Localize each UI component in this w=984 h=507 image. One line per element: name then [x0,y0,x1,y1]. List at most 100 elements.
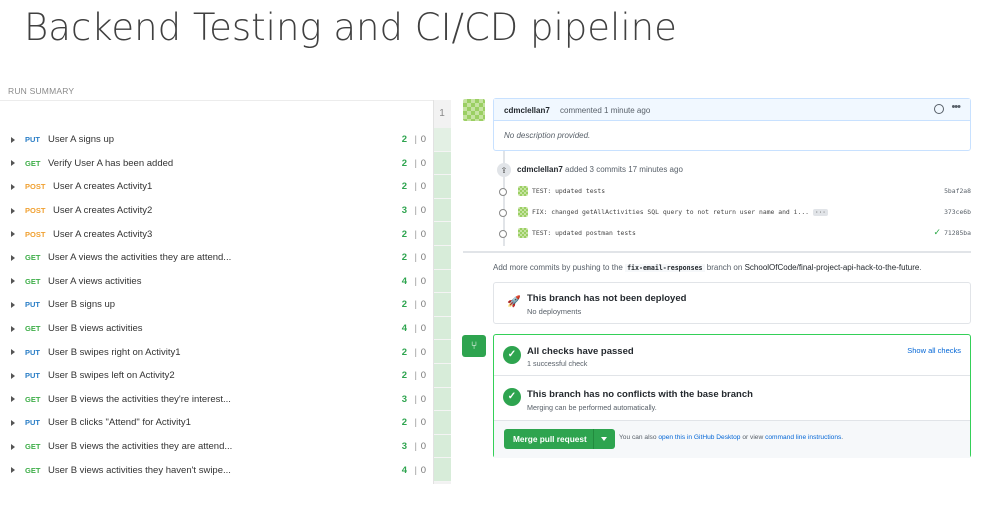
caret-right-icon[interactable] [11,419,15,426]
result-cell[interactable] [434,363,451,388]
failed-count: 0 [420,370,426,382]
result-cell[interactable] [434,458,451,482]
caret-right-icon[interactable] [11,349,15,356]
show-all-checks-link[interactable]: Show all checks [907,346,961,355]
request-method: PUT [25,371,40,381]
request-method: POST [25,206,46,216]
command-line-link[interactable]: command line instructions [765,434,841,441]
request-row[interactable]: PUT User B swipes right on Activity1 2 | 0 [0,340,433,364]
result-cell[interactable] [434,151,451,176]
caret-right-icon[interactable] [11,325,15,332]
request-row[interactable]: PUT User B swipes left on Activity2 2 | 0 [0,364,433,388]
request-row[interactable]: GET User A views the activities they are … [0,246,433,270]
caret-right-icon[interactable] [11,136,15,143]
caret-right-icon[interactable] [11,254,15,261]
result-cell[interactable] [434,434,451,459]
request-row[interactable]: GET User B views activities they haven't … [0,458,433,482]
avatar[interactable] [463,99,485,121]
branch-name[interactable]: fix-email-responses [625,264,705,272]
request-row[interactable]: PUT User B signs up 2 | 0 [0,293,433,317]
result-cell[interactable] [434,245,451,270]
checks-title: All checks have passed [527,346,634,357]
divider [0,100,433,101]
request-row[interactable]: POST User A creates Activity2 3 | 0 [0,199,433,223]
caret-right-icon[interactable] [11,183,15,190]
commit-author-avatar[interactable] [518,228,528,238]
open-in-desktop-link[interactable]: open this in GitHub Desktop [658,434,740,441]
event-author[interactable]: cdmclellan7 [517,165,563,174]
count-separator: | [414,275,417,287]
request-row[interactable]: GET User B views activities 4 | 0 [0,317,433,341]
request-method: PUT [25,347,40,357]
request-name: User A views activities [48,275,142,287]
passed-count: 3 [401,441,407,453]
request-row[interactable]: GET User B views the activities they are … [0,435,433,459]
request-name: User A creates Activity3 [53,228,153,240]
commit-row: TEST: updated tests 5baf2a8 [499,184,971,200]
iteration-number: 1 [439,108,445,119]
caret-right-icon[interactable] [11,301,15,308]
caret-right-icon[interactable] [11,443,15,450]
comment-header: cdmclellan7 commented 1 minute ago ••• [494,99,970,121]
git-commit-icon [499,230,507,238]
commit-message[interactable]: FIX: changed getAllActivities SQL query … [532,208,828,216]
more-options-icon[interactable]: ••• [951,101,961,113]
commit-author-avatar[interactable] [518,186,528,196]
caret-right-icon[interactable] [11,467,15,474]
commit-sha[interactable]: 71285ba [944,229,971,237]
results-column-cells [434,128,451,482]
commit-sha[interactable]: 5baf2a8 [944,187,971,195]
request-row[interactable]: GET User B views the activities they're i… [0,388,433,412]
result-cell[interactable] [434,340,451,364]
commit-message-text[interactable]: TEST: updated postman tests [532,229,636,237]
caret-right-icon[interactable] [11,231,15,238]
add-more-middle: branch on [706,263,743,272]
passed-count: 2 [401,299,407,311]
request-row[interactable]: POST User A creates Activity3 2 | 0 [0,222,433,246]
chevron-down-icon[interactable] [601,437,607,441]
git-merge-icon: ⑂ [462,335,486,357]
caret-right-icon[interactable] [11,372,15,379]
count-separator: | [414,181,417,193]
caret-right-icon[interactable] [11,160,15,167]
request-row[interactable]: PUT User A signs up 2 | 0 [0,128,433,152]
commit-message[interactable]: TEST: updated tests [532,187,605,195]
emoji-reaction-icon[interactable] [934,104,944,114]
expand-commit-button[interactable]: ··· [813,209,828,216]
result-cell[interactable] [434,222,451,246]
repo-name[interactable]: SchoolOfCode/final-project-api-hack-to-t… [745,263,920,272]
result-cell[interactable] [434,269,451,294]
commit-author-avatar[interactable] [518,207,528,217]
check-icon[interactable]: ✓ [933,227,941,238]
result-cell[interactable] [434,411,451,435]
result-cell[interactable] [434,293,451,317]
failed-count: 0 [420,417,426,429]
result-cell[interactable] [434,316,451,341]
request-name: User B views activities they haven't swi… [48,464,231,476]
request-row[interactable]: POST User A creates Activity1 2 | 0 [0,175,433,199]
caret-right-icon[interactable] [11,207,15,214]
request-name: User B swipes right on Activity1 [48,346,181,358]
request-row[interactable]: GET Verify User A has been added 2 | 0 [0,152,433,176]
result-cell[interactable] [434,128,451,152]
request-row[interactable]: GET User A views activities 4 | 0 [0,270,433,294]
commit-message-text[interactable]: TEST: updated tests [532,187,605,195]
caret-right-icon[interactable] [11,396,15,403]
run-summary-label: RUN SUMMARY [8,86,75,96]
failed-count: 0 [420,228,426,240]
caret-right-icon[interactable] [11,278,15,285]
conflicts-status: ✓ This branch has no conflicts with the … [494,376,970,421]
request-row[interactable]: PUT User B clicks "Attend" for Activity1 2… [0,411,433,435]
merge-pull-request-button[interactable]: Merge pull request [504,429,615,449]
comment-author[interactable]: cdmclellan7 [504,106,550,115]
commit-message[interactable]: TEST: updated postman tests [532,229,636,237]
commit-message-text[interactable]: FIX: changed getAllActivities SQL query … [532,208,809,216]
git-commit-icon [499,209,507,217]
result-cell[interactable] [434,198,451,223]
comment-meta[interactable]: commented 1 minute ago [560,106,650,115]
merge-alt-suffix: . [841,434,844,441]
commit-sha[interactable]: 373ce6b [944,208,971,216]
passed-count: 2 [401,157,407,169]
result-cell[interactable] [434,387,451,412]
result-cell[interactable] [434,175,451,199]
